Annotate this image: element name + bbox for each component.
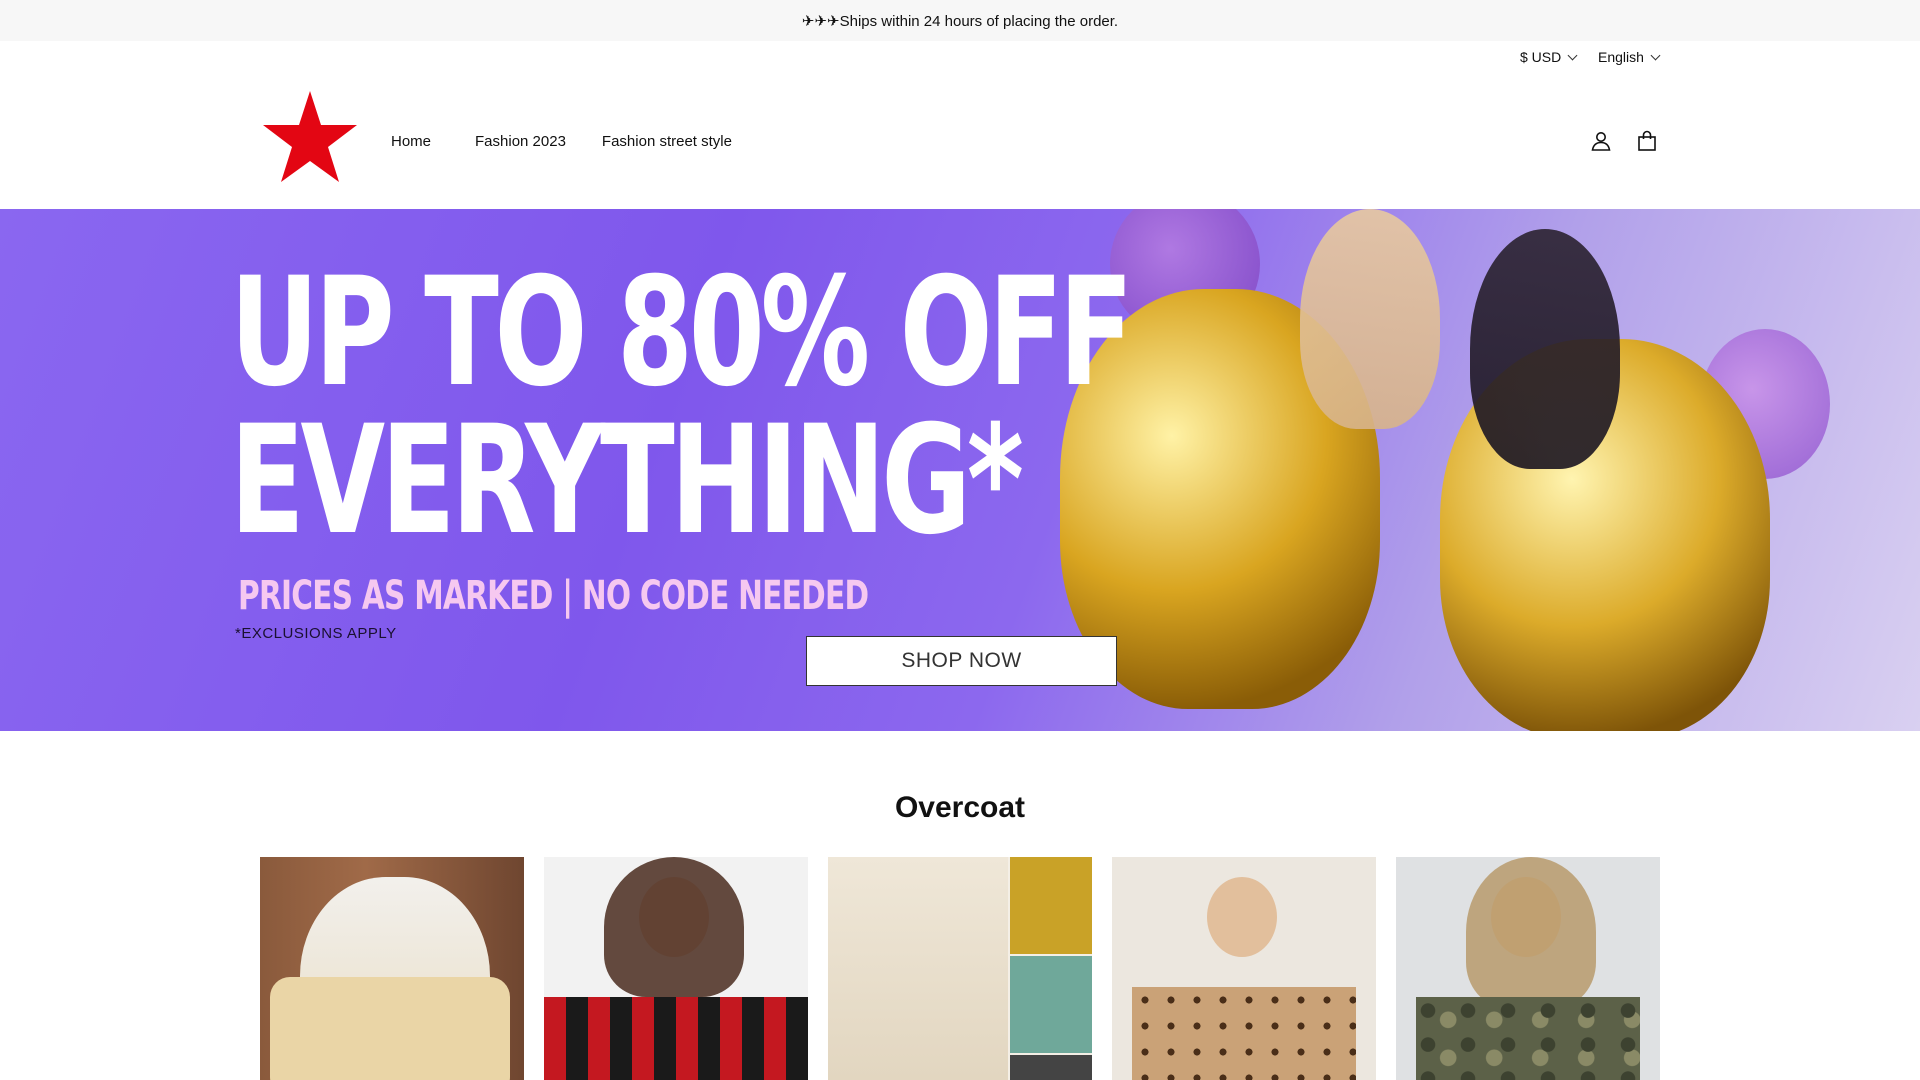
hero-banner[interactable]: UP TO 80% OFF EVERYTHING* PRICES AS MARK… bbox=[0, 209, 1920, 731]
product-card[interactable] bbox=[1396, 857, 1660, 1080]
announcement-bar: ✈✈✈Ships within 24 hours of placing the … bbox=[0, 0, 1920, 41]
hero-model-figure bbox=[1470, 229, 1620, 469]
announcement-text: ✈✈✈Ships within 24 hours of placing the … bbox=[801, 12, 1119, 30]
currency-selector[interactable]: $ USD bbox=[1520, 49, 1578, 65]
hero-model-figure bbox=[1300, 209, 1440, 429]
product-card[interactable] bbox=[260, 857, 524, 1080]
language-label: English bbox=[1598, 49, 1644, 65]
nav-fashion-street-style[interactable]: Fashion street style bbox=[602, 133, 732, 150]
hero-note: *EXCLUSIONS APPLY bbox=[235, 625, 397, 642]
account-icon[interactable] bbox=[1589, 129, 1613, 153]
currency-label: $ USD bbox=[1520, 49, 1562, 65]
hero-headline-line1: UP TO 80% OFF bbox=[230, 246, 1134, 420]
nav-fashion-2023[interactable]: Fashion 2023 bbox=[475, 133, 566, 150]
utility-bar: $ USD English bbox=[0, 41, 1920, 74]
collection-title: Overcoat bbox=[894, 791, 1026, 824]
brand-logo-star-icon[interactable] bbox=[258, 89, 362, 189]
shop-now-button[interactable]: SHOP NOW bbox=[806, 636, 1117, 686]
chevron-down-icon bbox=[1567, 50, 1578, 60]
nav-home[interactable]: Home bbox=[391, 133, 431, 150]
product-grid bbox=[260, 857, 1660, 1080]
language-selector[interactable]: English bbox=[1598, 49, 1661, 65]
product-card[interactable] bbox=[828, 857, 1092, 1080]
hero-subline: PRICES AS MARKED | NO CODE NEEDED bbox=[238, 573, 869, 619]
site-header: Home Fashion 2023 Fashion street style bbox=[0, 74, 1920, 209]
hero-headline: UP TO 80% OFF EVERYTHING* bbox=[230, 246, 1134, 568]
bag-icon[interactable] bbox=[1635, 129, 1659, 153]
chevron-down-icon bbox=[1650, 50, 1661, 60]
product-card[interactable] bbox=[1112, 857, 1376, 1080]
hero-headline-line2: EVERYTHING* bbox=[230, 394, 1024, 568]
main-nav: Home Fashion 2023 Fashion street style bbox=[391, 133, 732, 150]
product-card[interactable] bbox=[544, 857, 808, 1080]
